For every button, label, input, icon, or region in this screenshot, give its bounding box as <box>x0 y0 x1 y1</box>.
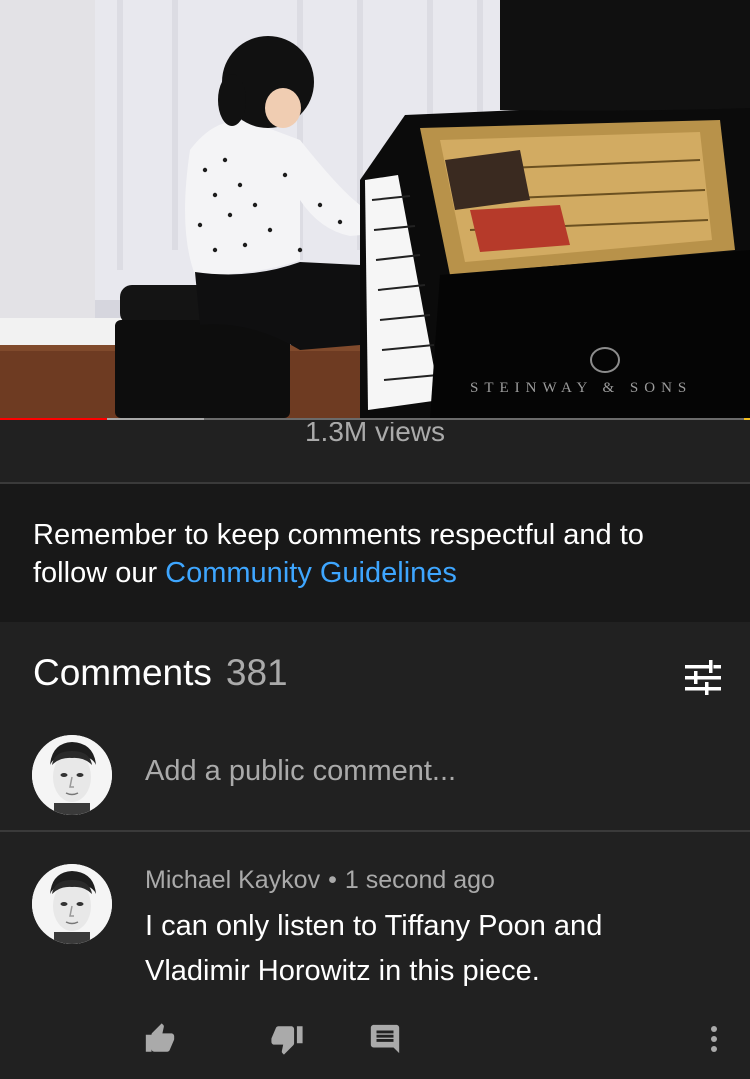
page: STEINWAY & SONS 1.3M views Remember to k… <box>0 0 750 1079</box>
comment-item: Michael Kaykov • 1 second ago I can only l… <box>0 864 750 1079</box>
sort-filter-icon[interactable] <box>683 658 723 698</box>
piano-brand-text: STEINWAY & SONS <box>470 380 693 396</box>
thumbs-up-icon[interactable] <box>143 1022 177 1056</box>
comment-time: 1 second ago <box>344 866 495 894</box>
more-vert-icon[interactable] <box>700 1022 728 1056</box>
commenter-avatar[interactable] <box>32 864 112 944</box>
avatar-image <box>32 864 112 944</box>
progress-end-marker <box>744 418 750 420</box>
guidelines-text: Remember to keep comments respectful and… <box>33 516 723 592</box>
view-count: 1.3M views <box>304 422 446 447</box>
add-comment-row[interactable]: Add a public comment... <box>0 735 750 817</box>
thumbs-down-icon[interactable] <box>270 1022 304 1056</box>
add-comment-input[interactable]: Add a public comment... <box>145 755 456 788</box>
comments-header: Comments 381 <box>33 652 723 708</box>
meta-separator: • <box>328 866 337 894</box>
divider <box>0 830 750 832</box>
community-guidelines-notice: Remember to keep comments respectful and… <box>0 484 750 622</box>
comments-count: 381 <box>225 652 288 693</box>
community-guidelines-link[interactable]: Community Guidelines <box>165 557 457 589</box>
reply-comment-icon[interactable] <box>368 1022 402 1056</box>
avatar-image <box>32 735 112 815</box>
comment-author[interactable]: Michael Kaykov <box>145 866 320 894</box>
video-progress-bar[interactable] <box>0 418 750 420</box>
comment-meta: Michael Kaykov • 1 second ago <box>145 866 495 895</box>
video-player[interactable]: STEINWAY & SONS <box>0 0 750 420</box>
comments-title: Comments <box>33 652 212 693</box>
comment-text: I can only listen to Tiffany Poon and Vl… <box>145 910 603 987</box>
video-frame <box>0 0 750 420</box>
progress-played <box>0 418 108 420</box>
user-avatar[interactable] <box>32 735 112 815</box>
video-info-strip: 1.3M views <box>0 422 750 482</box>
